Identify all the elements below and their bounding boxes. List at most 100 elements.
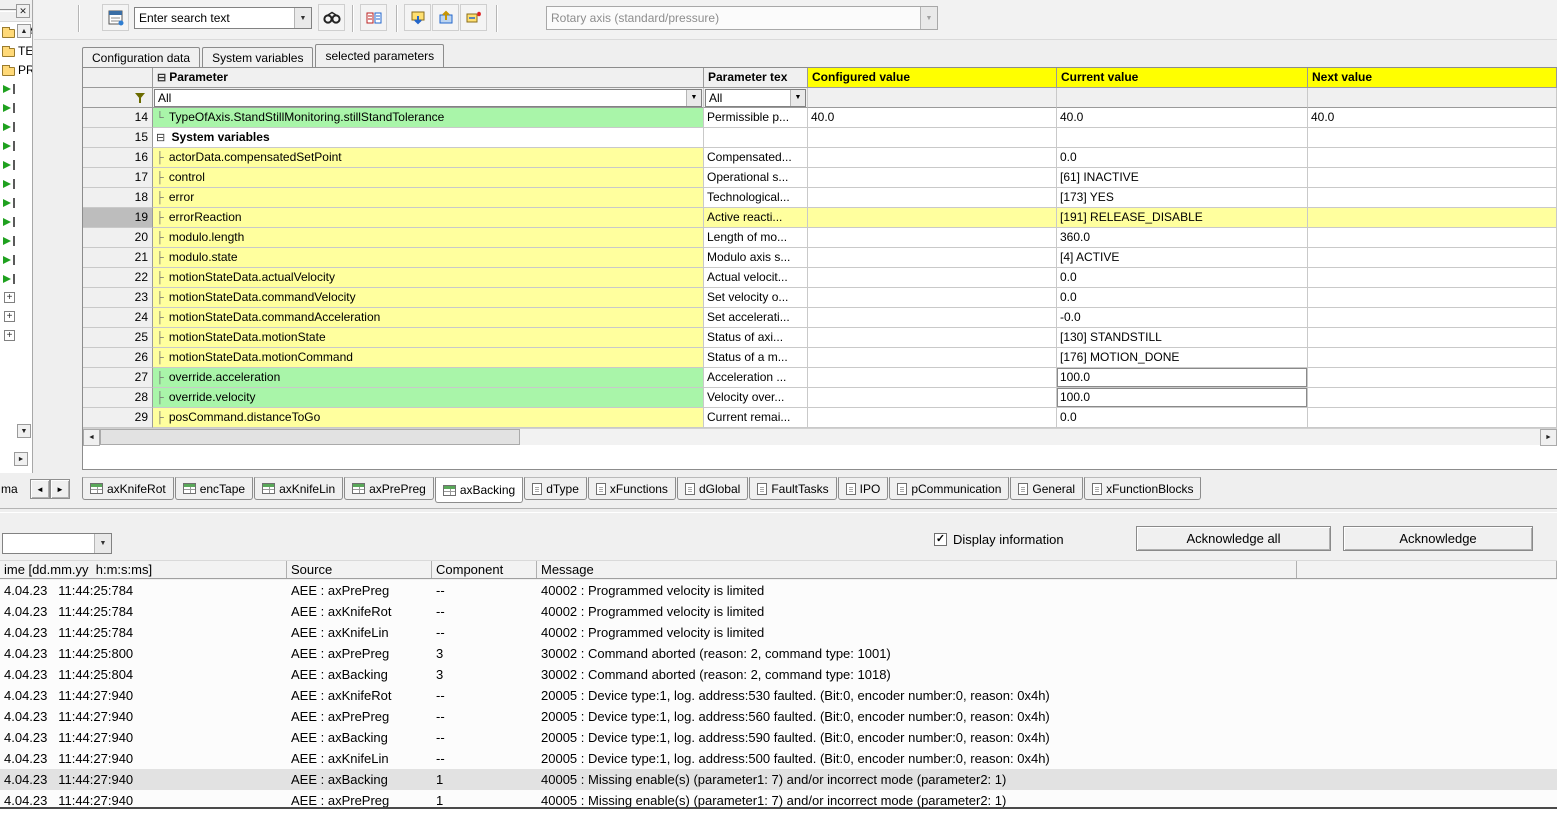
text-filter-combo[interactable]: All ▼ (705, 89, 806, 107)
tree-item[interactable] (0, 212, 32, 231)
object-tab-faulttasks[interactable]: FaultTasks (749, 477, 836, 500)
filter-cell[interactable] (83, 88, 153, 108)
tree-item[interactable]: + (0, 288, 32, 307)
tab-system-variables[interactable]: System variables (202, 47, 313, 67)
alarm-row[interactable]: 4.04.23 11:44:25:784AEE : axPrePreg--400… (0, 580, 1557, 601)
object-tab-dtype[interactable]: dType (524, 477, 587, 500)
param-name-cell[interactable]: ├ modulo.length (153, 228, 704, 248)
tree-scroll-down-button[interactable]: ▼ (17, 424, 31, 438)
search-combo[interactable]: Enter search text ▼ (134, 7, 312, 29)
upload-button[interactable] (432, 4, 459, 31)
panel-grip[interactable] (0, 9, 16, 12)
tree-item-pro[interactable]: PRO (0, 60, 32, 79)
parameter-filter-combo[interactable]: All ▼ (154, 89, 702, 107)
param-name-cell[interactable]: ├ motionStateData.motionCommand (153, 348, 704, 368)
collapse-all-icon[interactable]: ⊟ (157, 72, 166, 84)
tree-item[interactable] (0, 193, 32, 212)
tree-item-tec[interactable]: TEC (0, 41, 32, 60)
tree-item[interactable] (0, 79, 32, 98)
display-information-checkbox[interactable]: ✓ (934, 533, 947, 546)
grid-horizontal-scrollbar[interactable]: ◄ ► (83, 428, 1557, 445)
row-number[interactable]: 18 (83, 188, 153, 208)
configured-value-column-header[interactable]: Configured value (808, 68, 1057, 88)
object-tab-dglobal[interactable]: dGlobal (677, 477, 748, 500)
row-number[interactable]: 23 (83, 288, 153, 308)
message-column-header[interactable]: Message (537, 561, 1297, 578)
tabs-scroll-right-button[interactable]: ► (50, 479, 70, 499)
row-number[interactable]: 26 (83, 348, 153, 368)
row-number[interactable]: 16 (83, 148, 153, 168)
alarm-row[interactable]: 4.04.23 11:44:27:940AEE : axBacking14000… (0, 769, 1557, 790)
object-tab-xfunctions[interactable]: xFunctions (588, 477, 676, 500)
parameter-column-header[interactable]: ⊟Parameter (153, 68, 704, 88)
current-cell[interactable]: 100.0 (1057, 368, 1308, 388)
param-name-cell[interactable]: ├ motionStateData.motionState (153, 328, 704, 348)
param-name-cell[interactable]: ├ modulo.state (153, 248, 704, 268)
row-number[interactable]: 22 (83, 268, 153, 288)
chevron-down-icon[interactable]: ▼ (94, 534, 111, 553)
alarm-filter-value[interactable] (3, 534, 94, 553)
expand-icon[interactable]: + (4, 292, 15, 303)
object-tab-axbacking[interactable]: axBacking (435, 477, 523, 503)
download-button[interactable] (404, 4, 431, 31)
search-input[interactable]: Enter search text (135, 8, 294, 28)
group-cell[interactable]: ⊟ System variables (153, 128, 704, 148)
param-name-cell[interactable]: ├ actorData.compensatedSetPoint (153, 148, 704, 168)
alarm-row[interactable]: 4.04.23 11:44:27:940AEE : axBacking--200… (0, 727, 1557, 748)
tabs-scroll-left-button[interactable]: ◄ (30, 479, 50, 499)
param-name-cell[interactable]: ├ motionStateData.actualVelocity (153, 268, 704, 288)
param-name-cell[interactable]: ├ errorReaction (153, 208, 704, 228)
object-tab-xfunctionblocks[interactable]: xFunctionBlocks (1084, 477, 1201, 500)
object-tab-axknifelin[interactable]: axKnifeLin (254, 477, 343, 500)
scroll-left-button[interactable]: ◄ (83, 429, 100, 446)
time-column-header[interactable]: ime [dd.mm.yy h:m:s:ms] (0, 561, 287, 578)
object-tab-pcommunication[interactable]: pCommunication (889, 477, 1009, 500)
row-number[interactable]: 15 (83, 128, 153, 148)
parameter-text-column-header[interactable]: Parameter tex (704, 68, 808, 88)
collapse-group-icon[interactable]: ⊟ (156, 132, 165, 144)
parameter-view-button[interactable] (102, 4, 129, 31)
tree-scroll-up-button[interactable]: ▲ (17, 24, 31, 38)
close-panel-button[interactable]: ✕ (16, 4, 30, 18)
scrollbar-track[interactable] (100, 429, 1540, 445)
scrollbar-thumb[interactable] (100, 429, 520, 445)
tree-item[interactable] (0, 250, 32, 269)
alarm-row[interactable]: 4.04.23 11:44:25:784AEE : axKnifeLin--40… (0, 622, 1557, 643)
row-number[interactable]: 25 (83, 328, 153, 348)
source-column-header[interactable]: Source (287, 561, 432, 578)
expand-icon[interactable]: + (4, 330, 15, 341)
scroll-right-button[interactable]: ► (1540, 429, 1557, 446)
param-name-cell[interactable]: ├ motionStateData.commandAcceleration (153, 308, 704, 328)
tree-item[interactable] (0, 269, 32, 288)
search-dropdown-button[interactable]: ▼ (294, 8, 311, 28)
acknowledge-button[interactable]: Acknowledge (1343, 526, 1533, 551)
alarm-row[interactable]: 4.04.23 11:44:25:784AEE : axKnifeRot--40… (0, 601, 1557, 622)
tree-item[interactable] (0, 117, 32, 136)
tree-scroll-right-button[interactable]: ► (14, 452, 28, 466)
object-tab-axkniferot[interactable]: axKnifeRot (82, 477, 174, 500)
find-button[interactable] (318, 4, 345, 31)
alarm-filter-combo[interactable]: ▼ (2, 533, 112, 554)
tree-item[interactable] (0, 155, 32, 174)
assignment-button[interactable] (360, 4, 387, 31)
object-tab-axprepreg[interactable]: axPrePreg (344, 477, 434, 500)
tree-item[interactable]: + (0, 307, 32, 326)
alarm-row[interactable]: 4.04.23 11:44:25:800AEE : axPrePreg33000… (0, 643, 1557, 664)
row-number[interactable]: 28 (83, 388, 153, 408)
row-number[interactable]: 24 (83, 308, 153, 328)
param-name-cell[interactable]: ├ control (153, 168, 704, 188)
tree-item[interactable] (0, 231, 32, 250)
param-name-cell[interactable]: ├ motionStateData.commandVelocity (153, 288, 704, 308)
tree-item[interactable] (0, 136, 32, 155)
current-cell[interactable]: 100.0 (1057, 388, 1308, 408)
object-tab-ipo[interactable]: IPO (838, 477, 889, 500)
tree-item[interactable] (0, 98, 32, 117)
tree-item[interactable] (0, 174, 32, 193)
tab-selected-parameters[interactable]: selected parameters (315, 44, 444, 67)
param-name-cell[interactable]: ├ error (153, 188, 704, 208)
param-name-cell[interactable]: ├ override.acceleration (153, 368, 704, 388)
row-number[interactable]: 20 (83, 228, 153, 248)
param-name-cell[interactable]: └ TypeOfAxis.StandStillMonitoring.stillS… (153, 108, 704, 128)
param-name-cell[interactable]: ├ override.velocity (153, 388, 704, 408)
row-number[interactable]: 27 (83, 368, 153, 388)
